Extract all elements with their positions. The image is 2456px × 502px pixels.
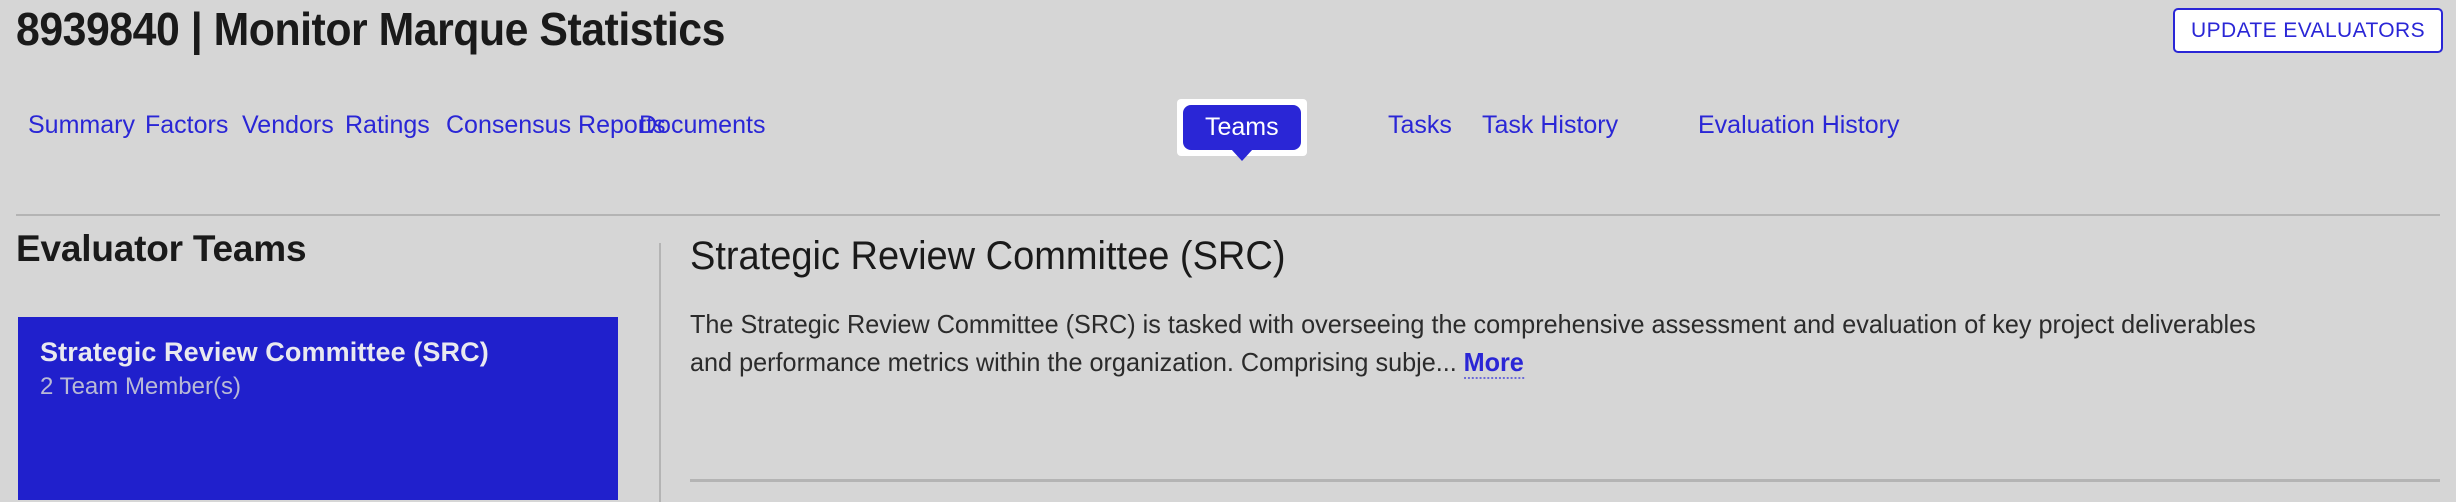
tab-summary[interactable]: Summary [28,108,135,142]
main-nav-tabs: Summary Factors Vendors Ratings Consensu… [0,99,2456,166]
evaluator-teams-heading: Evaluator Teams [16,228,307,269]
detail-divider [690,479,2440,482]
team-detail-panel: Strategic Review Committee (SRC) The Str… [690,232,2450,379]
tab-ratings[interactable]: Ratings [345,108,430,142]
team-name: Strategic Review Committee (SRC) [40,337,489,367]
team-detail-description-block: The Strategic Review Committee (SRC) is … [690,305,2261,381]
tab-tasks[interactable]: Tasks [1388,108,1452,142]
team-member-count: 2 Team Member(s) [40,373,241,400]
header-divider [16,214,2440,216]
team-list-item-src[interactable]: Strategic Review Committee (SRC) 2 Team … [18,317,618,500]
page-title: 8939840 | Monitor Marque Statistics [16,3,725,55]
tab-teams[interactable]: Teams [1183,105,1301,161]
page-header: 8939840 | Monitor Marque Statistics UPDA… [0,0,2456,68]
tab-factors[interactable]: Factors [145,108,228,142]
more-link[interactable]: More [1463,347,1524,379]
team-detail-title: Strategic Review Committee (SRC) [690,234,1286,278]
tab-consensus-reports[interactable]: Consensus Reports [446,108,666,142]
tab-documents[interactable]: Documents [639,108,765,142]
tab-teams-highlight: Teams [1177,99,1307,161]
tab-evaluation-history[interactable]: Evaluation History [1698,108,1899,142]
tab-task-history[interactable]: Task History [1482,108,1618,142]
column-divider [659,243,661,502]
update-evaluators-button[interactable]: UPDATE EVALUATORS [2173,8,2443,53]
tab-vendors[interactable]: Vendors [242,108,334,142]
